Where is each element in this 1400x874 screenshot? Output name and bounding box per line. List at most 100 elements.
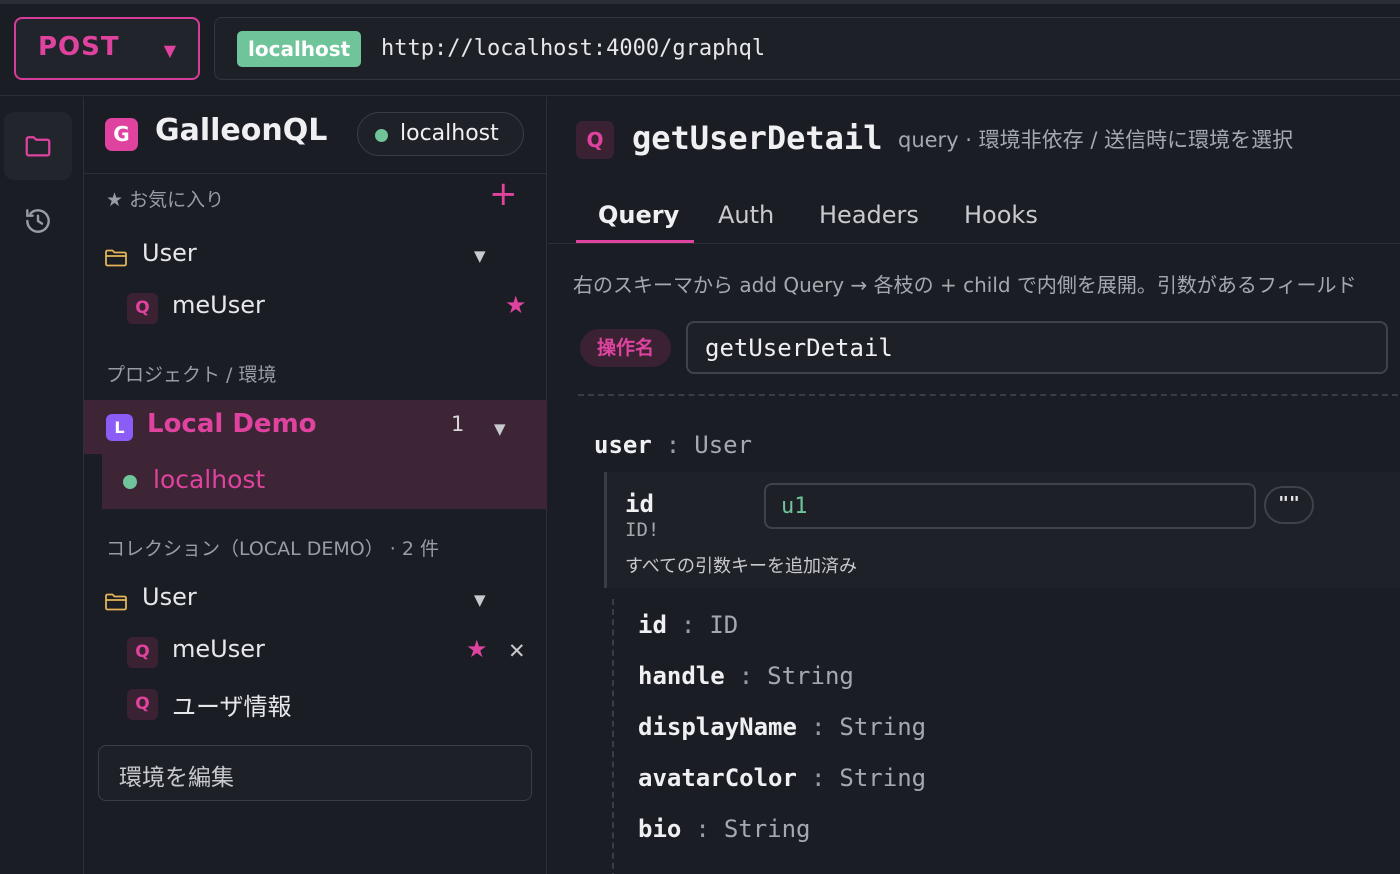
- editor-hint: 右のスキーマから add Query → 各枝の + child で内側を展開。…: [573, 273, 1357, 297]
- operation-subtitle: query · 環境非依存 / 送信時に環境を選択: [898, 128, 1294, 152]
- folder-label: User: [142, 239, 197, 267]
- folder-icon: [105, 249, 127, 267]
- collection-item-label: ユーザ情報: [172, 693, 292, 721]
- favorite-item-label: meUser: [172, 291, 265, 319]
- project-name: Local Demo: [147, 409, 317, 439]
- chevron-down-icon: ▼: [163, 41, 176, 60]
- history-rail-button[interactable]: [4, 187, 72, 255]
- url-field[interactable]: localhost http://localhost:4000/graphql: [214, 17, 1400, 80]
- argument-note: すべての引数キーを追加済み: [625, 556, 858, 577]
- status-dot: [375, 129, 388, 142]
- collection-heading: コレクション（LOCAL DEMO） · 2 件: [106, 538, 439, 560]
- env-selector[interactable]: localhost: [357, 112, 524, 156]
- folder-label: User: [142, 583, 197, 611]
- collection-folder[interactable]: User ▼: [104, 581, 524, 621]
- field-type: String: [839, 764, 927, 792]
- divider: [84, 173, 547, 174]
- argument-panel: id ID! u1 "" すべての引数キーを追加済み: [604, 472, 1400, 588]
- divider: [578, 394, 1400, 396]
- favorite-item[interactable]: Q meUser ★: [127, 288, 537, 328]
- query-badge: Q: [576, 121, 614, 159]
- field-type: ID: [709, 611, 739, 639]
- project-env-count: 1: [451, 412, 465, 436]
- chevron-down-icon[interactable]: ▼: [494, 420, 506, 438]
- argument-type: ID!: [625, 519, 660, 541]
- method-select[interactable]: POST ▼: [14, 17, 200, 80]
- url-input[interactable]: http://localhost:4000/graphql: [381, 36, 765, 61]
- field-name: id: [638, 611, 667, 639]
- field-name: avatarColor: [638, 764, 797, 792]
- folder-icon: [25, 136, 51, 157]
- add-favorite-button[interactable]: +: [489, 177, 518, 211]
- collection-item[interactable]: Q meUser ★ ✕: [127, 632, 537, 672]
- field-separator: :: [695, 815, 710, 843]
- star-icon[interactable]: ★: [466, 635, 488, 663]
- operation-title: getUserDetail: [632, 119, 883, 157]
- tab-auth[interactable]: Auth: [718, 201, 774, 229]
- field-separator: :: [665, 431, 681, 459]
- project-badge: L: [106, 414, 133, 441]
- collections-rail-button[interactable]: [4, 112, 72, 180]
- field-name: displayName: [638, 713, 797, 741]
- app-logo: G: [105, 118, 138, 151]
- favorites-folder[interactable]: User ▼: [104, 237, 524, 277]
- field-name: user: [594, 431, 652, 459]
- env-chip: localhost: [237, 31, 362, 67]
- child-field[interactable]: bio: String: [638, 815, 811, 843]
- environment-name: localhost: [153, 465, 266, 494]
- query-badge: Q: [127, 293, 158, 324]
- query-badge: Q: [127, 689, 158, 720]
- root-field[interactable]: user: User: [594, 431, 752, 459]
- query-badge: Q: [127, 637, 158, 668]
- operation-name-input[interactable]: getUserDetail: [686, 321, 1388, 374]
- tab-hooks[interactable]: Hooks: [964, 201, 1038, 229]
- activity-rail: [0, 97, 84, 874]
- sidebar: G GalleonQL localhost ★ お気に入り + User ▼ Q…: [84, 97, 547, 874]
- child-field[interactable]: id: ID: [638, 611, 738, 639]
- editor-tabs: Query Auth Headers Hooks: [548, 187, 1400, 244]
- project-row[interactable]: L Local Demo 1 ▼: [84, 400, 547, 454]
- argument-value: u1: [781, 494, 808, 519]
- field-name: bio: [638, 815, 682, 843]
- collection-item[interactable]: Q ユーザ情報: [127, 684, 537, 724]
- field-separator: :: [738, 662, 754, 690]
- projects-heading: プロジェクト / 環境: [106, 364, 277, 386]
- field-type: String: [767, 662, 854, 690]
- favorites-heading: ★ お気に入り: [106, 189, 225, 211]
- edit-environment-label: 環境を編集: [119, 765, 234, 791]
- child-field[interactable]: displayName: String: [638, 713, 926, 741]
- status-dot: [123, 475, 137, 489]
- field-separator: :: [810, 713, 826, 741]
- operation-name-label: 操作名: [580, 329, 671, 367]
- collection-item-label: meUser: [172, 635, 265, 663]
- folder-icon: [105, 593, 127, 611]
- field-name: handle: [638, 662, 725, 690]
- field-type: User: [694, 431, 753, 459]
- history-icon: [26, 209, 50, 233]
- environment-row[interactable]: localhost: [102, 454, 547, 509]
- active-tab-indicator: [576, 240, 694, 243]
- operation-editor: Q getUserDetail query · 環境非依存 / 送信時に環境を選…: [548, 97, 1400, 874]
- edit-environment-button[interactable]: 環境を編集: [98, 745, 532, 801]
- tree-guide: [612, 599, 614, 874]
- operation-name-value: getUserDetail: [705, 334, 893, 362]
- chevron-down-icon[interactable]: ▼: [474, 591, 486, 609]
- field-separator: :: [680, 611, 696, 639]
- close-icon[interactable]: ✕: [508, 639, 526, 663]
- star-icon[interactable]: ★: [505, 291, 527, 319]
- env-selector-label: localhost: [400, 121, 499, 146]
- child-field[interactable]: handle: String: [638, 662, 854, 690]
- field-type: String: [839, 713, 927, 741]
- method-label: POST: [38, 32, 120, 62]
- field-separator: :: [810, 764, 826, 792]
- child-field[interactable]: avatarColor: String: [638, 764, 926, 792]
- chevron-down-icon[interactable]: ▼: [474, 247, 486, 265]
- app-name: GalleonQL: [155, 113, 328, 148]
- field-type: String: [723, 815, 811, 843]
- tab-query[interactable]: Query: [598, 201, 679, 229]
- tab-headers[interactable]: Headers: [819, 201, 919, 229]
- argument-name: id: [625, 490, 654, 518]
- argument-value-input[interactable]: u1: [764, 483, 1256, 529]
- string-quote-button[interactable]: "": [1264, 486, 1314, 524]
- request-bar: POST ▼ localhost http://localhost:4000/g…: [0, 0, 1400, 96]
